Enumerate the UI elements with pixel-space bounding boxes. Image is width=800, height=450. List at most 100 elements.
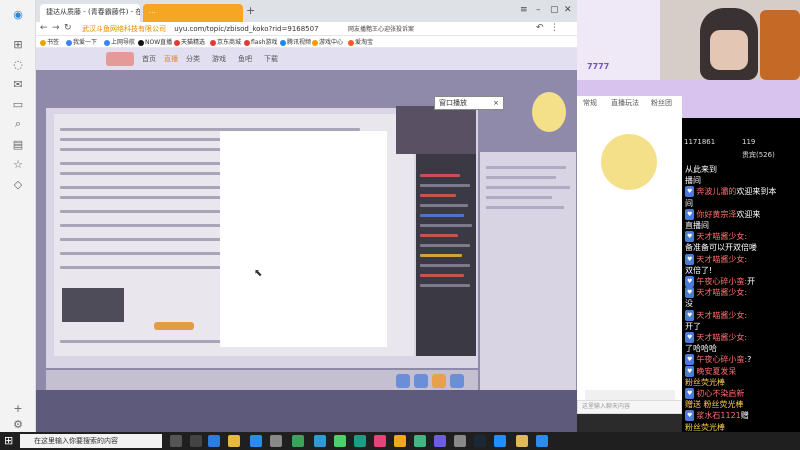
url-field[interactable]: 武汉斗鱼网络科技有限公司 uyu.com/topic/zbisod_koko?r…: [82, 23, 382, 35]
app-icon[interactable]: [374, 435, 386, 447]
danmu-nick[interactable]: 初心不染启新: [696, 389, 744, 398]
danmu-text: 欢迎来到本: [736, 187, 777, 197]
danmu-message: 赠送 粉丝荧光棒: [685, 399, 744, 410]
screen-icon[interactable]: ▭: [9, 96, 27, 112]
window-play-popup[interactable]: 窗口播放 ×: [434, 96, 504, 110]
streamer-face: [710, 30, 748, 70]
gift-icon[interactable]: [432, 374, 446, 388]
new-tab-button[interactable]: +: [246, 4, 260, 18]
level-badge: ♥: [685, 309, 695, 321]
star-icon[interactable]: ☆: [9, 156, 27, 172]
app-icon[interactable]: [536, 435, 548, 447]
taskbar-search[interactable]: 在这里输入你要搜索的内容: [20, 434, 162, 448]
tab-fans[interactable]: 粉丝团: [651, 98, 672, 108]
edge-icon[interactable]: [208, 435, 220, 447]
browser-logo-icon[interactable]: ◉: [9, 6, 27, 22]
gift-icon[interactable]: [414, 374, 428, 388]
nav-live[interactable]: 直播: [164, 54, 178, 64]
nav-home[interactable]: 首页: [142, 54, 156, 64]
app-icon[interactable]: [414, 435, 426, 447]
task-view-icon[interactable]: [170, 435, 182, 447]
settings-icon[interactable]: ⚙: [9, 416, 27, 432]
windows-start-icon[interactable]: ⊞: [4, 435, 16, 447]
app-icon[interactable]: [494, 435, 506, 447]
bookmark-item[interactable]: 我爱一下: [66, 37, 97, 46]
browser-icon[interactable]: [250, 435, 262, 447]
danmu-nick[interactable]: 奔波儿灞的: [696, 187, 736, 196]
mail-icon[interactable]: ✉: [9, 76, 27, 92]
collect-icon[interactable]: ⊞: [9, 36, 27, 52]
app-icon[interactable]: [354, 435, 366, 447]
bookmark-item[interactable]: 京东商城: [210, 37, 241, 46]
danmu-nick[interactable]: 浆水石1121: [696, 411, 740, 420]
close-icon[interactable]: ✕: [564, 5, 572, 15]
danmu-message: ♥ 晚安夏发呆: [685, 365, 736, 377]
danmu-message: 播间: [685, 175, 701, 186]
app-icon[interactable]: [314, 435, 326, 447]
app-icon[interactable]: [394, 435, 406, 447]
tab-secondary[interactable]: ...: [143, 4, 243, 22]
nav-yuba[interactable]: 鱼吧: [238, 54, 252, 64]
video-thumbnail[interactable]: [62, 288, 124, 322]
search-icon[interactable]: ⌕: [9, 116, 27, 132]
nav-games[interactable]: 游戏: [212, 54, 226, 64]
book-icon[interactable]: ▤: [9, 136, 27, 152]
bookmark-item[interactable]: 腾讯视频: [280, 37, 311, 46]
blank-popup[interactable]: ⬉: [220, 131, 387, 347]
bookmark-item[interactable]: 爱淘宝: [348, 37, 373, 46]
tab-live-play[interactable]: 直播玩法: [611, 98, 639, 108]
douyu-logo[interactable]: [106, 52, 134, 66]
shield-icon[interactable]: ◇: [9, 176, 27, 192]
refresh-icon[interactable]: ↻: [64, 23, 72, 33]
close-popup-icon[interactable]: ×: [493, 97, 499, 109]
bookmark-item[interactable]: 天猫精选: [174, 37, 205, 46]
maximize-icon[interactable]: ▢: [550, 5, 559, 15]
danmu-nick[interactable]: 晚安夏发呆: [696, 367, 736, 376]
menu-icon[interactable]: ≡: [520, 5, 528, 15]
bookmark-item[interactable]: 上网导航: [104, 37, 135, 46]
gift-icon[interactable]: [396, 374, 410, 388]
mascot-icon: [532, 92, 566, 132]
add-icon[interactable]: +: [9, 400, 27, 416]
forward-icon[interactable]: →: [52, 23, 60, 33]
danmu-nick[interactable]: 你好黄宗泽: [696, 210, 736, 219]
danmu-nick[interactable]: 天才喵酱少女:: [696, 232, 747, 241]
danmu-text: 间: [685, 198, 693, 208]
minimize-icon[interactable]: –: [536, 5, 541, 15]
tab-active[interactable]: 捷达从质藤 - (青春霸藤件) - 在...: [40, 4, 140, 22]
danmu-text: 从此来到: [685, 165, 717, 174]
chat-icon[interactable]: ◌: [9, 56, 27, 72]
more-icon[interactable]: ⋮: [550, 23, 559, 33]
danmu-message: 备准备可以开双倍喽: [685, 242, 757, 253]
danmu-nick[interactable]: 天才喵酱少女:: [696, 288, 747, 297]
level-badge: ♥: [685, 253, 695, 265]
danmu-nick[interactable]: 天才喵酱少女:: [696, 311, 747, 320]
store-icon[interactable]: [190, 435, 202, 447]
tab-normal[interactable]: 常规: [583, 98, 597, 108]
wechat-icon[interactable]: [334, 435, 346, 447]
danmu-message: 粉丝荧光棒: [685, 377, 725, 388]
app-icon[interactable]: [454, 435, 466, 447]
chat-input[interactable]: 这里输入聊天内容: [577, 400, 682, 414]
danmu-nick[interactable]: 天才喵酱少女:: [696, 333, 747, 342]
bookmark-item[interactable]: NOW直播: [138, 37, 172, 46]
danmu-nick[interactable]: 天才喵酱少女:: [696, 255, 747, 264]
app-icon[interactable]: [516, 435, 528, 447]
bookmark-item[interactable]: 书签: [40, 37, 59, 46]
danmu-nick[interactable]: 午夜心碎小蛮:: [696, 277, 747, 286]
danmu-nick[interactable]: 午夜心碎小蛮:: [696, 355, 747, 364]
bookmark-item[interactable]: flash游戏: [244, 37, 277, 46]
nav-download[interactable]: 下载: [264, 54, 278, 64]
back-icon[interactable]: ←: [40, 23, 48, 33]
folder-icon[interactable]: [228, 435, 240, 447]
undo-icon[interactable]: ↶: [536, 23, 544, 33]
steam-icon[interactable]: [474, 435, 486, 447]
search-hint[interactable]: 网友播黯王心迎张投诉案: [348, 24, 414, 33]
bookmark-item[interactable]: 游戏中心: [312, 37, 343, 46]
app-icon[interactable]: [434, 435, 446, 447]
app-icon[interactable]: [292, 435, 304, 447]
settings-icon[interactable]: [270, 435, 282, 447]
nav-category[interactable]: 分类: [186, 54, 200, 64]
gift-icon[interactable]: [450, 374, 464, 388]
orange-button[interactable]: [154, 322, 194, 330]
